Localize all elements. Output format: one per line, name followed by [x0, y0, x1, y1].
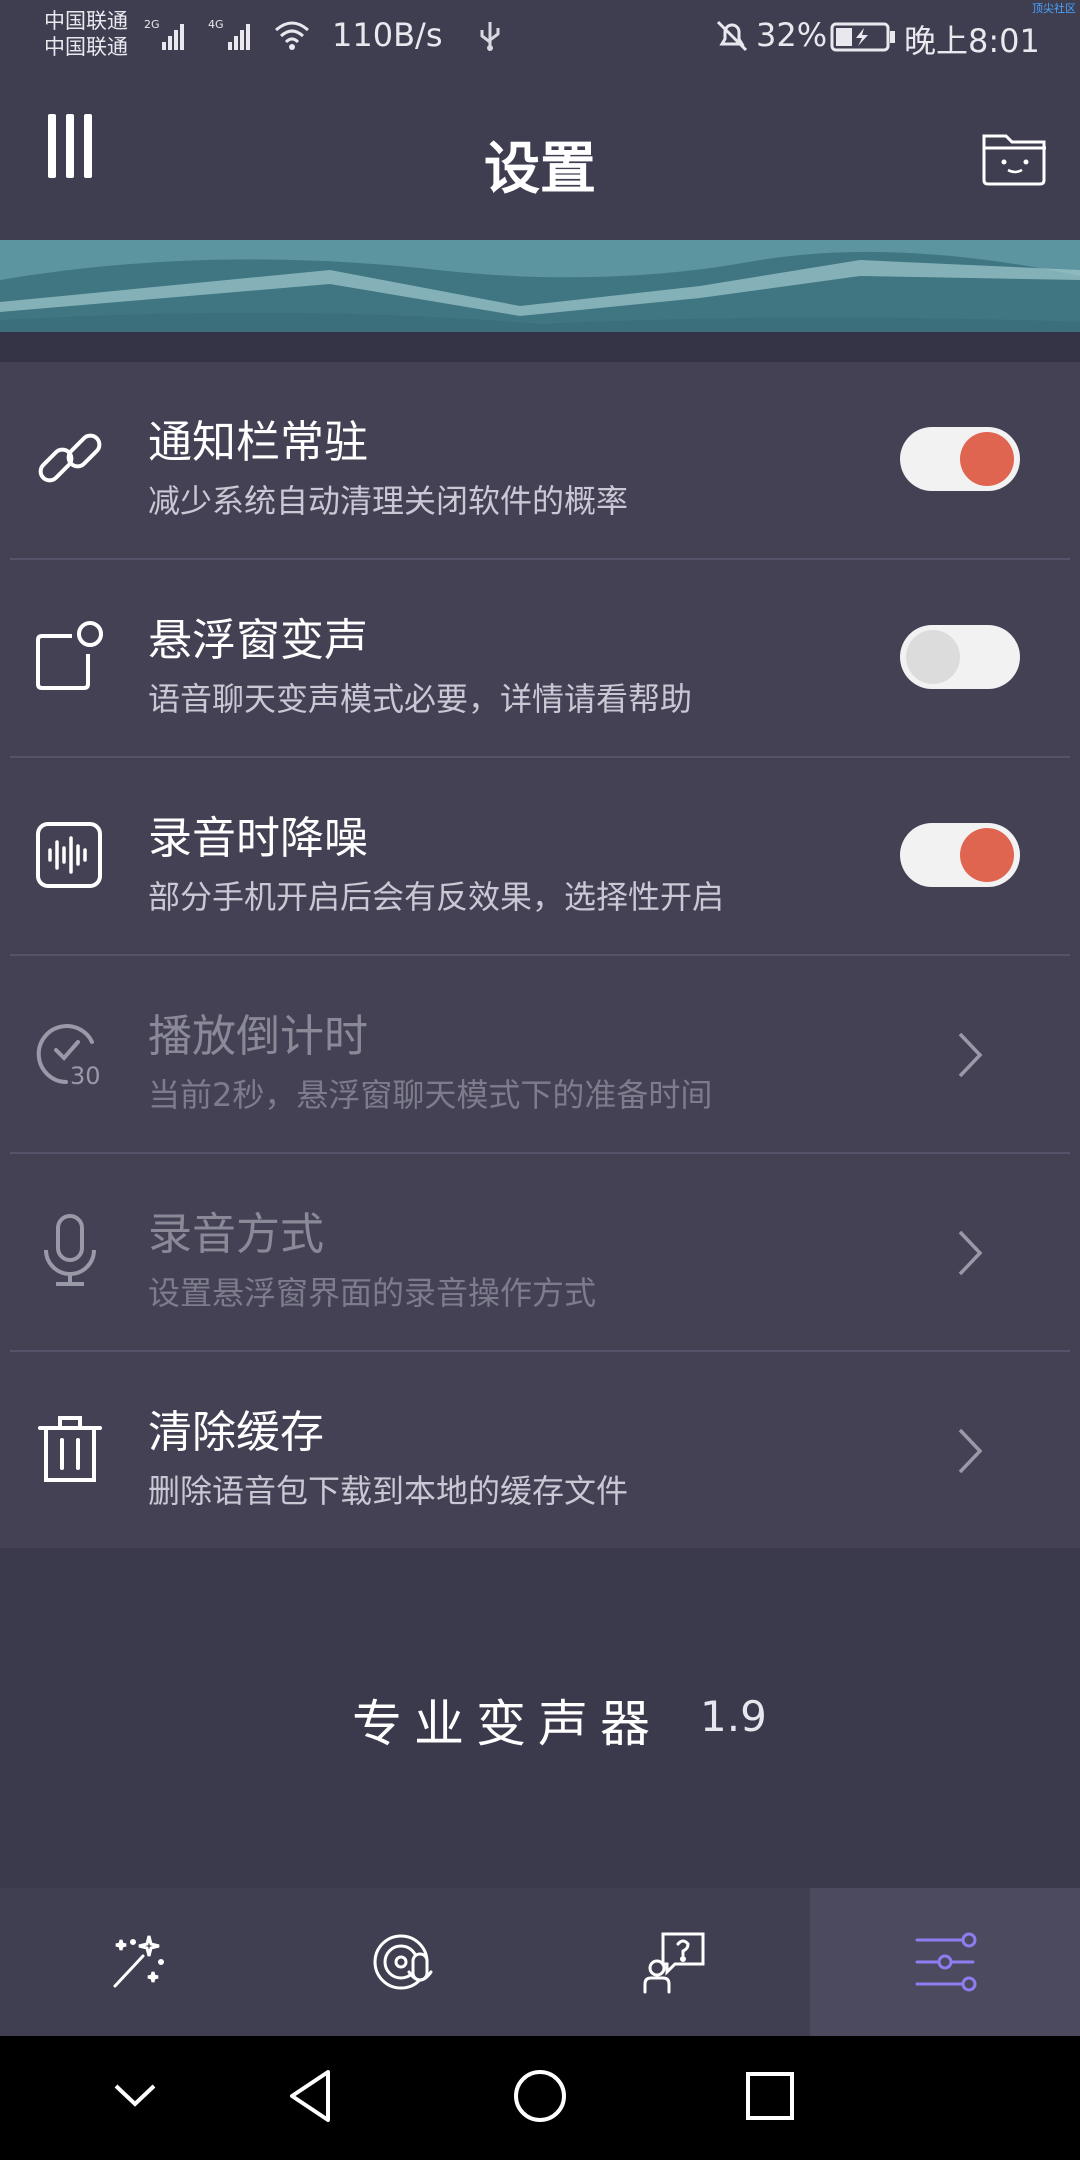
setting-subtitle: 设置悬浮窗界面的录音操作方式 [148, 1274, 597, 1312]
home-circle-icon[interactable] [510, 2066, 570, 2126]
trash-icon [38, 1416, 102, 1482]
tab-settings[interactable] [810, 1888, 1080, 2036]
svg-text:2G: 2G [144, 18, 160, 31]
floating-window-icon [36, 621, 103, 690]
app-version: 1.9 [700, 1692, 767, 1741]
bell-muted-icon [716, 20, 748, 52]
link-icon [38, 433, 102, 483]
corner-watermark: 顶尖社区 [1032, 2, 1076, 15]
wifi-icon [275, 21, 309, 50]
setting-title: 播放倒计时 [148, 1011, 368, 1062]
setting-title: 清除缓存 [148, 1407, 324, 1458]
clock: 晚上8:01 [904, 22, 1040, 60]
net-speed: 110B/s [332, 16, 443, 54]
chevron-right-icon [958, 1032, 983, 1078]
settings-sliders-icon [915, 1932, 977, 1992]
usb-debug-icon [480, 22, 500, 51]
notification-pin-toggle[interactable] [900, 427, 1020, 491]
carrier-labels: 中国联通 中国联通 [44, 8, 128, 60]
battery-percent: 32% [756, 16, 828, 54]
setting-noise-reduction[interactable]: 录音时降噪 部分手机开启后会有反效果，选择性开启 [0, 758, 1080, 956]
setting-playback-countdown[interactable]: 30 播放倒计时 当前2秒，悬浮窗聊天模式下的准备时间 [0, 956, 1080, 1154]
header-banner [0, 240, 1080, 332]
setting-title: 悬浮窗变声 [148, 615, 368, 666]
battery-charging-icon [830, 22, 895, 52]
svg-text:30: 30 [70, 1062, 101, 1090]
help-chat-icon [643, 1932, 705, 1994]
carrier-2: 中国联通 [44, 35, 128, 59]
setting-title: 录音方式 [148, 1209, 324, 1260]
magic-wand-icon [113, 1935, 164, 1988]
signal-4g-icon: 4G [208, 18, 250, 50]
tab-help[interactable] [540, 1888, 810, 2036]
page-title: 设置 [484, 137, 596, 202]
folder-face-icon [982, 134, 1046, 186]
back-triangle-icon[interactable] [282, 2066, 342, 2126]
setting-subtitle: 减少系统自动清理关闭软件的概率 [148, 482, 629, 520]
setting-floating-window[interactable]: 悬浮窗变声 语音聊天变声模式必要，详情请看帮助 [0, 560, 1080, 758]
bottom-tab-bar [0, 1888, 1080, 2036]
app-header: 设置 [0, 72, 1080, 240]
timer-icon: 30 [36, 1024, 101, 1090]
tab-voice-packs[interactable] [270, 1888, 540, 2036]
folder-button[interactable] [980, 126, 1050, 186]
app-brand: 专业变声器 1.9 [0, 1680, 1080, 1753]
svg-text:4G: 4G [208, 18, 224, 31]
chevron-right-icon [958, 1230, 983, 1276]
floating-window-toggle[interactable] [900, 625, 1020, 689]
setting-title: 通知栏常驻 [148, 417, 368, 468]
setting-notification-pin[interactable]: 通知栏常驻 减少系统自动清理关闭软件的概率 [0, 362, 1080, 560]
collapse-chevron-icon[interactable] [110, 2066, 160, 2126]
voice-record-icon [373, 1934, 433, 1990]
settings-list: 通知栏常驻 减少系统自动清理关闭软件的概率 悬浮窗变声 语音聊天变声模式必要，详… [0, 362, 1080, 1548]
banner-spacer [0, 332, 1080, 362]
setting-clear-cache[interactable]: 清除缓存 删除语音包下载到本地的缓存文件 [0, 1352, 1080, 1550]
toggle-knob [960, 432, 1014, 486]
setting-subtitle: 删除语音包下载到本地的缓存文件 [148, 1472, 629, 1510]
setting-subtitle: 部分手机开启后会有反效果，选择性开启 [148, 878, 725, 916]
toggle-knob [960, 828, 1014, 882]
chevron-right-icon [958, 1428, 983, 1474]
recents-square-icon[interactable] [740, 2066, 800, 2126]
system-nav-bar [0, 2036, 1080, 2160]
status-bar: 中国联通 中国联通 2G 4G 110B/s 32% 晚上8:01 顶尖社区 [0, 0, 1080, 72]
noise-reduction-icon [36, 822, 102, 888]
carrier-1: 中国联通 [44, 9, 128, 33]
setting-record-mode[interactable]: 录音方式 设置悬浮窗界面的录音操作方式 [0, 1154, 1080, 1352]
toggle-knob [906, 630, 960, 684]
microphone-icon [44, 1214, 96, 1286]
setting-subtitle: 当前2秒，悬浮窗聊天模式下的准备时间 [148, 1076, 713, 1114]
tab-effects[interactable] [0, 1888, 270, 2036]
signal-2g-icon: 2G [144, 18, 184, 50]
banner-wave-image [0, 240, 1080, 332]
noise-reduction-toggle[interactable] [900, 823, 1020, 887]
setting-subtitle: 语音聊天变声模式必要，详情请看帮助 [148, 680, 693, 718]
brand-name: 专业变声器 [352, 1695, 662, 1753]
setting-title: 录音时降噪 [148, 813, 368, 864]
